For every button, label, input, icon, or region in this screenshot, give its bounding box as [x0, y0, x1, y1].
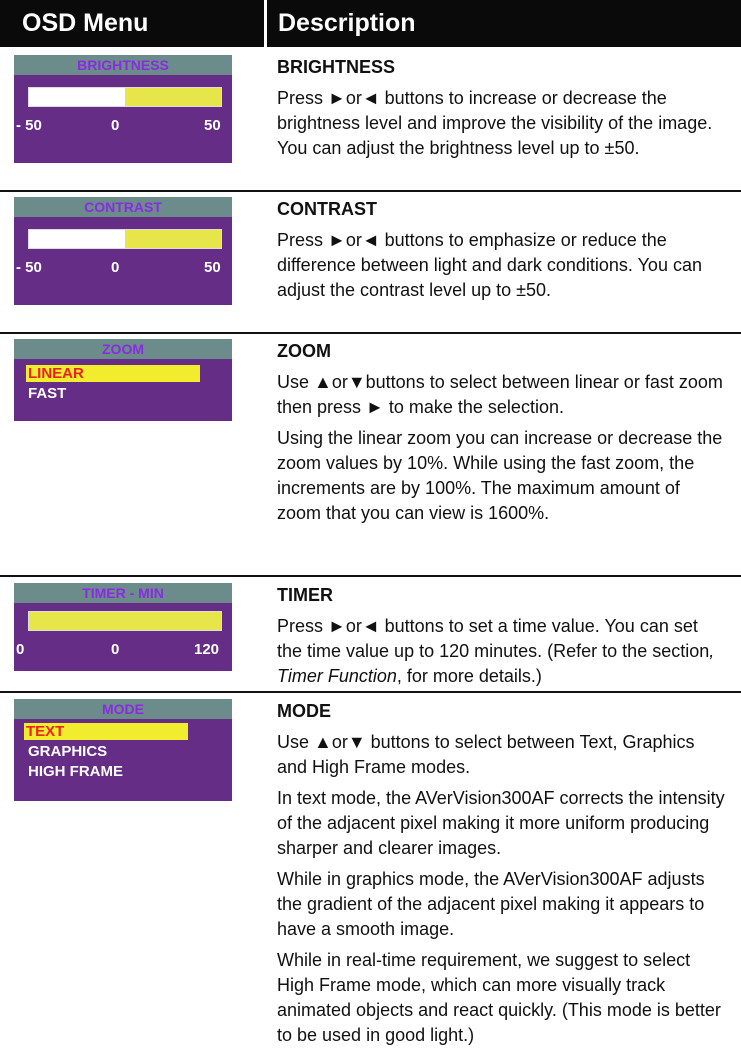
timer-title: TIMER [277, 585, 333, 605]
brightness-osd-title: BRIGHTNESS [14, 55, 232, 75]
brightness-scale-max: 50 [204, 117, 221, 134]
timer-scale-min: 0 [16, 641, 25, 658]
contrast-osd-title: CONTRAST [14, 197, 232, 217]
brightness-title: BRIGHTNESS [277, 57, 396, 77]
mode-option-high-frame: HIGH FRAME [28, 763, 123, 780]
contrast-slider-fill [125, 230, 221, 248]
contrast-scale-min: - 50 [16, 259, 42, 276]
brightness-osd-body: - 50 0 50 [14, 75, 232, 163]
timer-osd-title: TIMER - MIN [14, 583, 232, 603]
contrast-osd: CONTRAST - 50 0 50 [14, 197, 232, 305]
header-divider [264, 0, 267, 47]
timer-slider [28, 611, 222, 631]
zoom-title: ZOOM [277, 341, 331, 361]
mode-osd: MODE TEXT GRAPHICS HIGH FRAME [14, 699, 232, 801]
brightness-slider-fill [125, 88, 221, 106]
contrast-text: Press ►or◄ buttons to emphasize or reduc… [277, 230, 702, 300]
zoom-text-2: Using the linear zoom you can increase o… [277, 428, 723, 523]
brightness-scale-mid: 0 [111, 117, 120, 134]
brightness-scale-min: - 50 [16, 117, 42, 134]
osd-manual-page: OSD Menu Description BRIGHTNESS - 50 0 5… [0, 0, 741, 1063]
timer-scale-mid: 0 [111, 641, 120, 658]
zoom-text-1: Use ▲or▼buttons to select between linear… [277, 372, 723, 417]
zoom-option-linear: LINEAR [26, 365, 200, 382]
contrast-slider [28, 229, 222, 249]
timer-text-comma: , [709, 641, 715, 661]
row-divider [0, 691, 741, 693]
timer-text-link: Timer Function [277, 666, 397, 686]
mode-title: MODE [277, 701, 331, 721]
header-osd-menu: OSD Menu [22, 9, 149, 37]
table-header: OSD Menu Description [0, 0, 741, 47]
contrast-osd-body: - 50 0 50 [14, 217, 232, 305]
mode-osd-body: TEXT GRAPHICS HIGH FRAME [14, 719, 232, 801]
mode-text-4: While in real-time requirement, we sugge… [277, 950, 721, 1045]
timer-scale-max: 120 [194, 641, 220, 658]
brightness-text: Press ►or◄ buttons to increase or decrea… [277, 88, 713, 158]
row-divider [0, 332, 741, 334]
timer-text-part2: , for more details.) [396, 666, 542, 686]
brightness-osd: BRIGHTNESS - 50 0 50 [14, 55, 232, 163]
timer-osd: TIMER - MIN 0 0 120 [14, 583, 232, 671]
timer-text-part1: Press ►or◄ buttons to set a time value. … [277, 616, 710, 661]
mode-text-2: In text mode, the AVerVision300AF correc… [277, 788, 725, 858]
contrast-scale-mid: 0 [111, 259, 120, 276]
zoom-osd: ZOOM LINEAR FAST [14, 339, 232, 421]
timer-osd-body: 0 0 120 [14, 603, 232, 671]
zoom-option-fast: FAST [28, 385, 67, 402]
brightness-description: BRIGHTNESS Press ►or◄ buttons to increas… [277, 55, 727, 167]
zoom-description: ZOOM Use ▲or▼buttons to select between l… [277, 339, 727, 532]
mode-option-text: TEXT [24, 723, 188, 740]
timer-description: TIMER Press ►or◄ buttons to set a time v… [277, 583, 727, 695]
mode-description: MODE Use ▲or▼ buttons to select between … [277, 699, 727, 1054]
mode-text-3: While in graphics mode, the AVerVision30… [277, 869, 705, 939]
contrast-description: CONTRAST Press ►or◄ buttons to emphasize… [277, 197, 727, 309]
header-description: Description [278, 9, 416, 37]
timer-text: Press ►or◄ buttons to set a time value. … [277, 614, 727, 689]
row-divider [0, 575, 741, 577]
zoom-osd-title: ZOOM [14, 339, 232, 359]
zoom-osd-body: LINEAR FAST [14, 359, 232, 421]
contrast-title: CONTRAST [277, 199, 377, 219]
timer-slider-fill [29, 612, 221, 630]
mode-osd-title: MODE [14, 699, 232, 719]
row-divider [0, 190, 741, 192]
mode-option-graphics: GRAPHICS [28, 743, 108, 760]
contrast-scale-max: 50 [204, 259, 221, 276]
mode-text-1: Use ▲or▼ buttons to select between Text,… [277, 732, 695, 777]
brightness-slider [28, 87, 222, 107]
